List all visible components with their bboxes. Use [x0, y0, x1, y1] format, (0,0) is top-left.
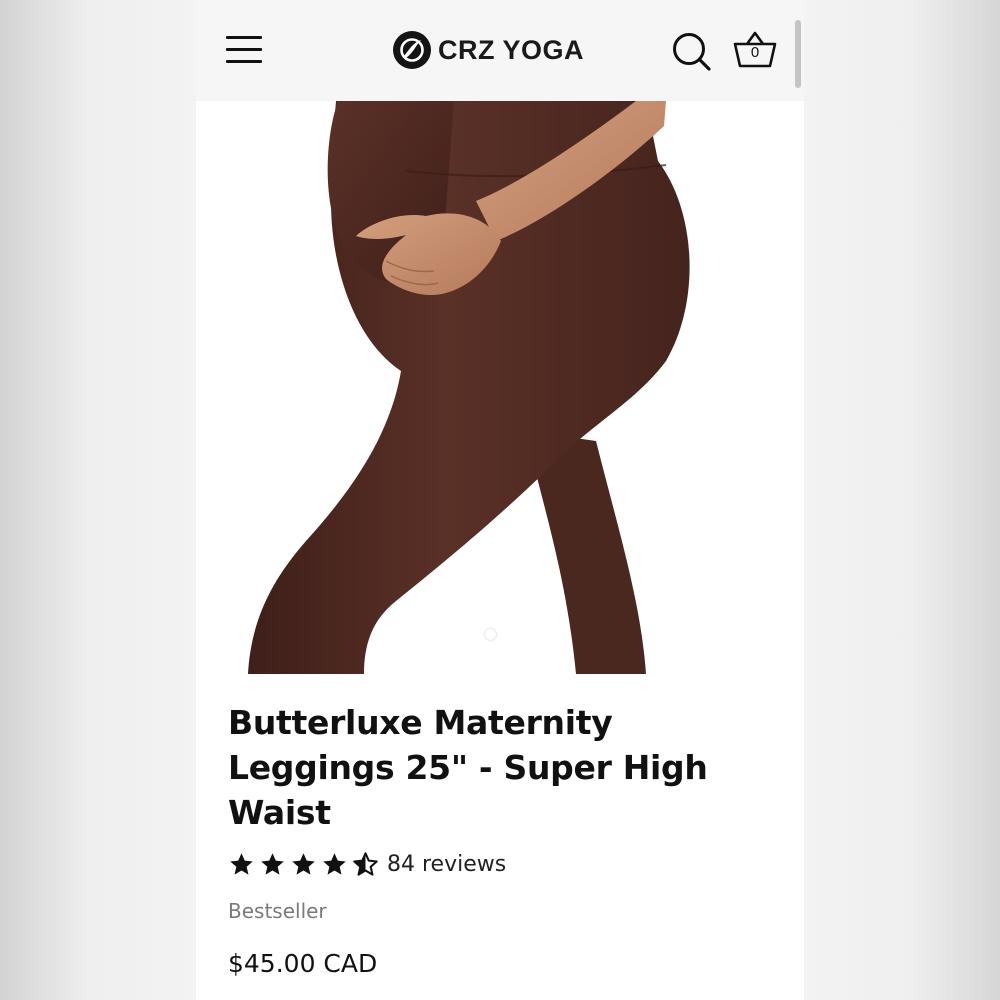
- gallery-pagination: [460, 629, 496, 640]
- search-icon[interactable]: [670, 30, 714, 74]
- site-header: CRZ YOGA 0: [196, 0, 804, 101]
- brand-logo[interactable]: CRZ YOGA: [392, 28, 584, 72]
- hamburger-menu-icon[interactable]: [224, 33, 264, 67]
- star-full-icon: [292, 852, 315, 875]
- product-title: Butterluxe Maternity Leggings 25" - Supe…: [228, 703, 708, 832]
- bestseller-label: Bestseller: [228, 899, 327, 923]
- mobile-page: CRZ YOGA 0 Butterluxe Maternity Leggings…: [196, 0, 804, 1000]
- gallery-dot-1[interactable]: [460, 629, 471, 640]
- reviews-link[interactable]: 84 reviews: [387, 852, 506, 877]
- product-image-gallery[interactable]: [196, 101, 804, 674]
- cart-button[interactable]: 0: [732, 28, 778, 72]
- gallery-dot-2[interactable]: [485, 629, 496, 640]
- brand-name: CRZ YOGA: [438, 34, 585, 65]
- product-info: Butterluxe Maternity Leggings 25" - Supe…: [228, 700, 788, 978]
- star-full-icon: [230, 852, 253, 875]
- star-full-icon: [323, 852, 346, 875]
- product-rating[interactable]: 84 reviews: [228, 849, 788, 879]
- rating-stars: [228, 851, 379, 878]
- star-full-icon: [261, 852, 284, 875]
- scrollbar[interactable]: [795, 20, 801, 88]
- cart-count-badge: 0: [750, 44, 760, 61]
- star-half-icon: [353, 851, 378, 876]
- product-price: $45.00 CAD: [228, 949, 378, 978]
- crz-logo-mark-icon: [393, 31, 431, 69]
- product-photo: [196, 101, 804, 674]
